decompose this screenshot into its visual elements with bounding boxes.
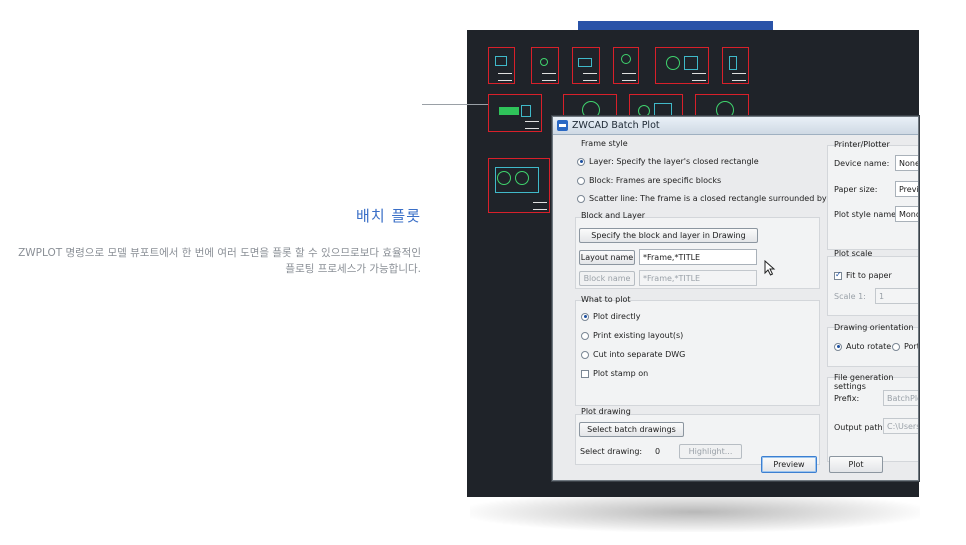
drawing-frame-4 xyxy=(613,47,639,84)
plot-style-select[interactable]: Mono xyxy=(895,206,918,222)
feature-title: 배치 플롯 xyxy=(356,207,421,225)
drawing-frame-2 xyxy=(531,47,559,84)
plot-style-name-label: Plot style name: xyxy=(834,210,899,219)
left-pane: Frame style Layer: Specify the layer's c… xyxy=(553,135,919,480)
auto-rotate-label: Auto rotate xyxy=(846,342,892,351)
plot-drawing-label: Plot drawing xyxy=(581,407,631,416)
frame-style-block-label: Block: Frames are specific blocks xyxy=(589,176,722,185)
drawing-frame-11 xyxy=(488,158,550,213)
portrait-label: Port xyxy=(904,342,919,351)
print-existing-layouts-label: Print existing layout(s) xyxy=(593,331,684,340)
frame-style-block-radio[interactable]: Block: Frames are specific blocks xyxy=(577,176,721,185)
plot-stamp-checkbox[interactable]: Plot stamp on xyxy=(581,369,648,378)
fit-to-paper-label: Fit to paper xyxy=(846,271,892,280)
plot-directly-radio[interactable]: Plot directly xyxy=(581,312,640,321)
printer-plotter-label: Printer/Plotter xyxy=(834,140,890,149)
plot-scale-label: Plot scale xyxy=(834,249,873,258)
cut-separate-dwg-radio[interactable]: Cut into separate DWG xyxy=(581,350,685,359)
zwcad-app-icon xyxy=(557,120,568,131)
dialog-titlebar[interactable]: ZWCAD Batch Plot xyxy=(553,117,918,135)
batch-plot-dialog: ZWCAD Batch Plot Frame style Layer: Spec… xyxy=(552,116,919,481)
frame-style-scatter-label: Scatter line: The frame is a closed rect… xyxy=(589,194,848,203)
drawing-frame-5 xyxy=(655,47,709,84)
frame-style-label: Frame style xyxy=(581,139,628,148)
output-path-label: Output path: xyxy=(834,423,886,432)
selected-drawing-count: 0 xyxy=(655,447,661,456)
radio-selected-icon xyxy=(577,157,585,166)
radio-selected-icon xyxy=(581,312,589,321)
radio-selected-icon xyxy=(834,342,842,351)
block-name-field[interactable]: *Frame,*TITLE xyxy=(639,270,757,286)
radio-icon xyxy=(577,176,585,185)
drawing-orientation-label: Drawing orientation xyxy=(834,323,914,332)
specify-block-layer-button[interactable]: Specify the block and layer in Drawing xyxy=(579,228,758,243)
file-generation-label: File generation settings xyxy=(834,373,894,391)
cut-separate-dwg-label: Cut into separate DWG xyxy=(593,350,686,359)
frame-style-layer-radio[interactable]: Layer: Specify the layer's closed rectan… xyxy=(577,157,759,166)
plot-directly-label: Plot directly xyxy=(593,312,641,321)
layout-name-button[interactable]: Layout name xyxy=(579,250,635,265)
scale-label: Scale 1: xyxy=(834,292,866,301)
checkbox-icon xyxy=(581,369,589,378)
radio-icon xyxy=(581,331,589,340)
drawing-frame-7 xyxy=(488,94,542,132)
frame-style-scatter-radio[interactable]: Scatter line: The frame is a closed rect… xyxy=(577,194,848,203)
device-name-select[interactable]: None xyxy=(895,155,918,171)
prefix-field[interactable]: BatchPlo xyxy=(883,390,918,406)
preview-button[interactable]: Preview xyxy=(761,456,817,473)
print-existing-layouts-radio[interactable]: Print existing layout(s) xyxy=(581,331,683,340)
select-drawing-label: Select drawing: xyxy=(580,447,643,456)
feature-description: ZWPLOT 명령으로 모델 뷰포트에서 한 번에 여러 도면을 플롯 할 수 … xyxy=(18,247,421,275)
dialog-title: ZWCAD Batch Plot xyxy=(572,120,660,131)
screenshot-shadow xyxy=(470,492,920,532)
drawing-frame-3 xyxy=(572,47,600,84)
checkbox-checked-icon xyxy=(834,270,842,280)
device-name-label: Device name: xyxy=(834,159,890,168)
paper-size-select[interactable]: Previo xyxy=(895,181,918,197)
fit-to-paper-checkbox[interactable]: Fit to paper xyxy=(834,270,892,280)
mouse-pointer-icon xyxy=(764,260,776,276)
prefix-label: Prefix: xyxy=(834,394,860,403)
plot-button[interactable]: Plot xyxy=(829,456,883,473)
auto-rotate-radio[interactable]: Auto rotate xyxy=(834,342,891,351)
drawing-frame-6 xyxy=(722,47,749,84)
plot-stamp-label: Plot stamp on xyxy=(593,369,649,378)
radio-icon xyxy=(577,194,585,203)
callout-connector-line xyxy=(422,104,488,105)
block-name-button[interactable]: Block name xyxy=(579,271,635,286)
block-layer-label: Block and Layer xyxy=(581,211,646,220)
radio-icon xyxy=(581,350,589,359)
paper-size-label: Paper size: xyxy=(834,185,878,194)
select-batch-drawings-button[interactable]: Select batch drawings xyxy=(579,422,684,437)
what-to-plot-label: What to plot xyxy=(581,295,631,304)
plot-scale-group xyxy=(827,256,918,316)
frame-style-layer-label: Layer: Specify the layer's closed rectan… xyxy=(589,157,759,166)
drawing-frame-1 xyxy=(488,47,515,84)
portrait-radio[interactable]: Port xyxy=(892,342,919,351)
highlight-button[interactable]: Highlight... xyxy=(679,444,742,459)
scale-field[interactable]: 1 xyxy=(875,288,918,304)
radio-icon xyxy=(892,342,900,351)
output-path-field[interactable]: C:\Users\ xyxy=(883,418,918,434)
layout-name-field[interactable]: *Frame,*TITLE xyxy=(639,249,757,265)
